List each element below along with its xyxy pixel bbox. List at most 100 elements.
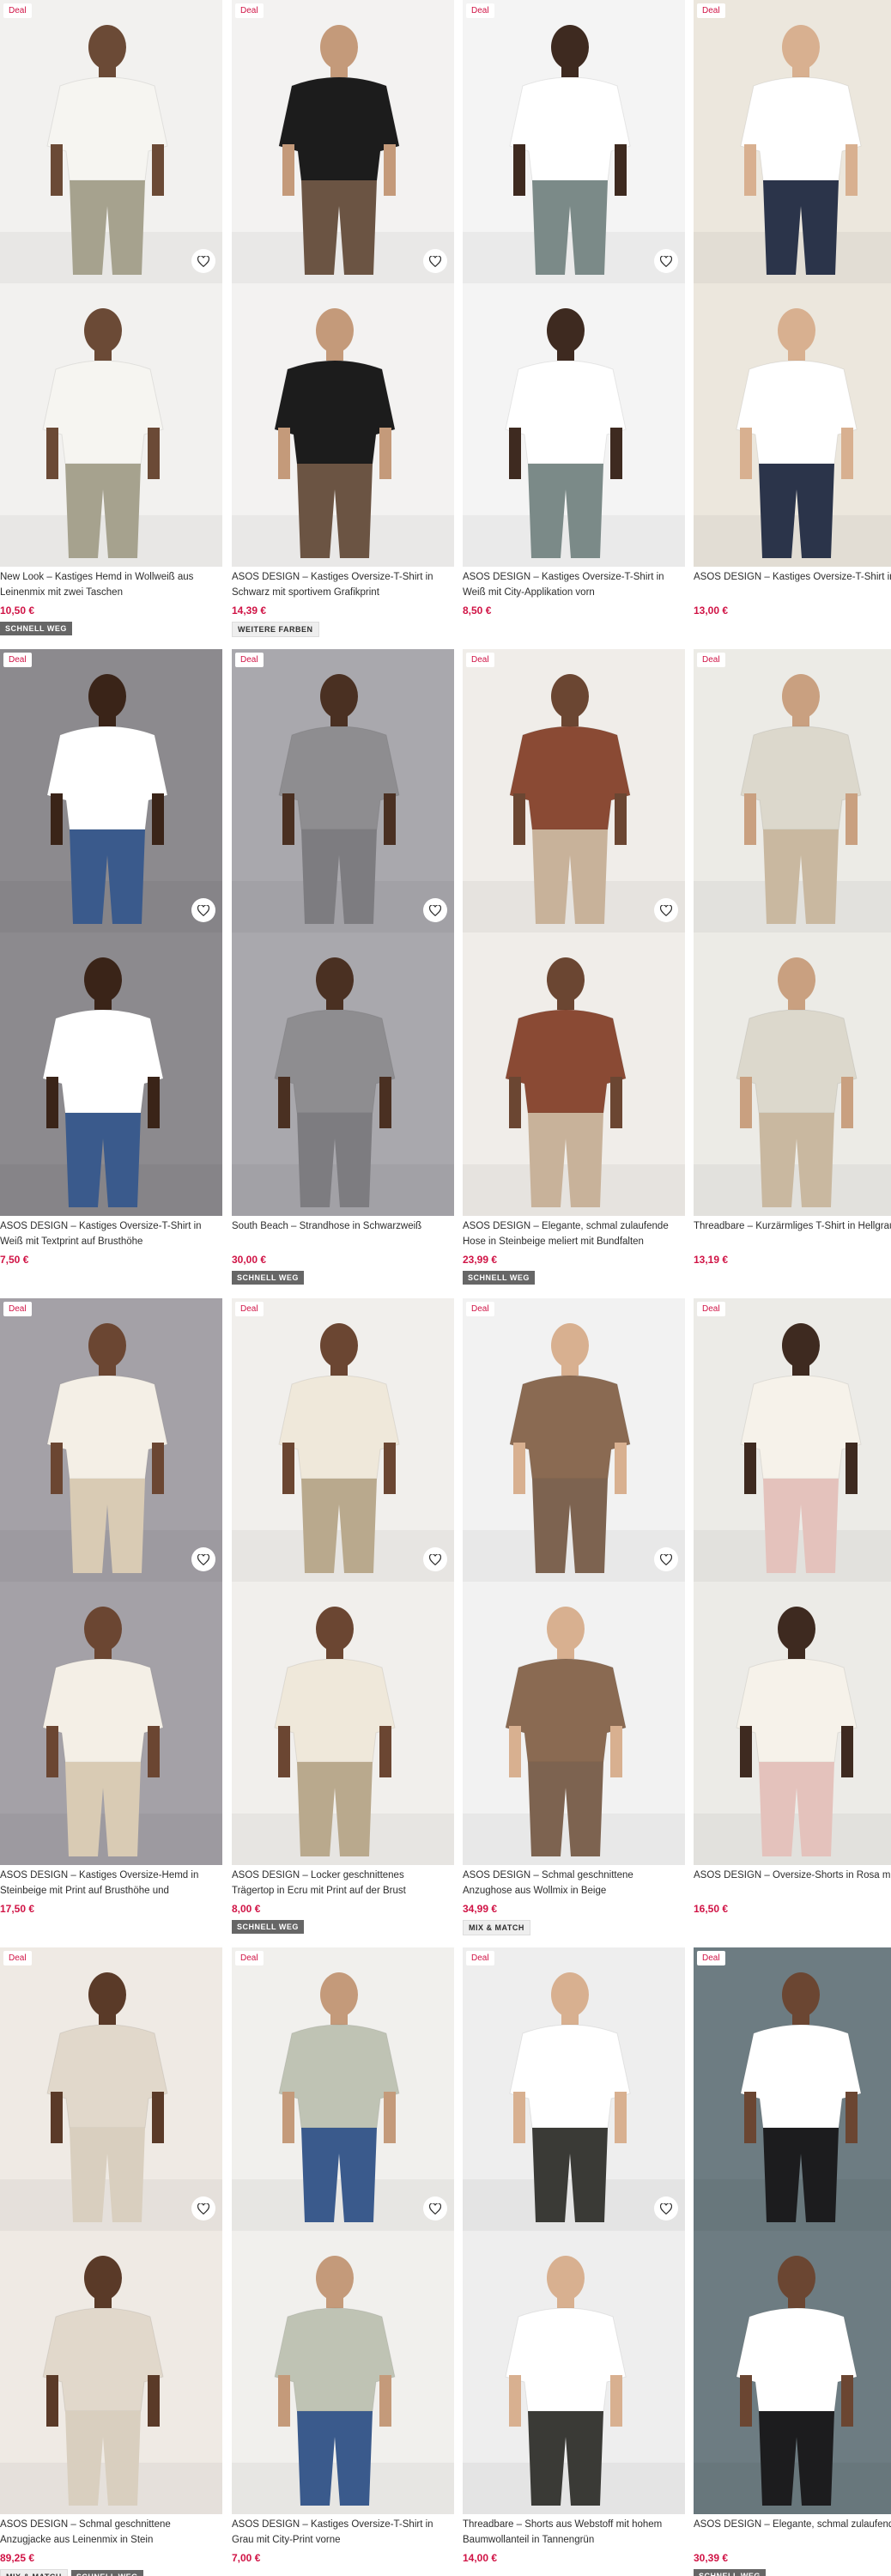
product-photo (232, 649, 454, 933)
deal-badge: Deal (235, 1951, 264, 1965)
product-info: Threadbare – Shorts aus Webstoff mit hoh… (463, 2517, 685, 2564)
product-title[interactable]: ASOS DESIGN – Locker geschnittenes Träge… (232, 1868, 449, 1899)
save-for-later-button[interactable] (423, 2196, 447, 2221)
product-image[interactable]: Deal (232, 1947, 454, 2231)
product-image-alt[interactable] (463, 933, 685, 1216)
product-info: ASOS DESIGN – Schmal geschnittene Anzugj… (0, 2517, 222, 2576)
heart-icon (429, 2202, 441, 2215)
product-image[interactable]: Deal (694, 649, 891, 933)
deal-badge: Deal (466, 1302, 494, 1316)
product-image[interactable]: Deal (0, 649, 222, 933)
product-card[interactable]: Deal ASOS DESIGN – Kastiges Oversize-T-S… (463, 0, 685, 629)
product-title[interactable]: ASOS DESIGN – Schmal geschnittene Anzugj… (0, 2517, 217, 2548)
product-card[interactable]: Deal ASOS DESIGN – Kastiges Oversize-T-S… (232, 1947, 454, 2576)
product-image-alt[interactable] (463, 2231, 685, 2514)
product-image-alt[interactable] (0, 2231, 222, 2514)
save-for-later-button[interactable] (423, 1547, 447, 1571)
product-price: 17,50 € (0, 1903, 35, 1915)
product-title[interactable]: ASOS DESIGN – Kastiges Oversize-T-Shirt … (232, 2517, 449, 2548)
product-card[interactable]: Deal South Beach – Strandhose in Schwarz… (232, 649, 454, 1285)
product-image-alt[interactable] (694, 1582, 891, 1865)
product-card[interactable]: Deal ASOS DESIGN – Elegante, schmal zula… (463, 649, 685, 1285)
heart-icon (429, 1553, 441, 1565)
save-for-later-button[interactable] (191, 249, 215, 273)
save-for-later-button[interactable] (654, 249, 678, 273)
product-info: ASOS DESIGN – Elegante, schmal zulaufend… (694, 2517, 891, 2576)
product-title[interactable]: ASOS DESIGN – Schmal geschnittene Anzugh… (463, 1868, 680, 1899)
product-card[interactable]: Deal ASOS DESIGN – Schmal geschnittene A… (0, 1947, 222, 2576)
product-image[interactable]: Deal (694, 1947, 891, 2231)
product-title[interactable]: ASOS DESIGN – Kastiges Oversize-T-Shirt … (694, 569, 891, 600)
product-image-alt[interactable] (694, 283, 891, 567)
product-card[interactable]: Deal New Look – Kastiges Hemd in Wollwei… (0, 0, 222, 635)
product-card[interactable]: Deal ASOS DESIGN – Kastiges Oversize-Hem… (0, 1298, 222, 1927)
product-image-alt[interactable] (232, 933, 454, 1216)
product-card[interactable]: Deal Threadbare – Kurzärmliges T-Shirt i… (694, 649, 891, 1278)
product-card[interactable]: Deal ASOS DESIGN – Kastiges Oversize-T-S… (232, 0, 454, 637)
product-image-alt[interactable] (463, 283, 685, 567)
product-image-alt[interactable] (694, 933, 891, 1216)
product-image[interactable]: Deal (0, 0, 222, 283)
product-image-alt[interactable] (232, 2231, 454, 2514)
save-for-later-button[interactable] (654, 1547, 678, 1571)
product-card[interactable]: Deal ASOS DESIGN – Elegante, schmal zula… (694, 1947, 891, 2576)
save-for-later-button[interactable] (654, 2196, 678, 2221)
save-for-later-button[interactable] (191, 1547, 215, 1571)
save-for-later-button[interactable] (423, 898, 447, 922)
product-title[interactable]: South Beach – Strandhose in Schwarzweiß (232, 1218, 449, 1249)
product-image[interactable]: Deal (694, 0, 891, 283)
product-image-alt[interactable] (232, 283, 454, 567)
product-image[interactable]: Deal (463, 649, 685, 933)
product-image[interactable]: Deal (232, 1298, 454, 1582)
product-card[interactable]: Deal ASOS DESIGN – Locker geschnittenes … (232, 1298, 454, 1934)
product-title[interactable]: Threadbare – Kurzärmliges T-Shirt in Hel… (694, 1218, 891, 1249)
product-photo (694, 283, 891, 567)
product-title[interactable]: ASOS DESIGN – Oversize-Shorts in Rosa mi… (694, 1868, 891, 1899)
product-info: ASOS DESIGN – Kastiges Oversize-T-Shirt … (0, 1218, 222, 1266)
product-title[interactable]: ASOS DESIGN – Kastiges Oversize-T-Shirt … (463, 569, 680, 600)
product-title[interactable]: ASOS DESIGN – Kastiges Oversize-T-Shirt … (232, 569, 449, 600)
product-image[interactable]: Deal (463, 0, 685, 283)
save-for-later-button[interactable] (654, 898, 678, 922)
product-price: 8,50 € (463, 605, 492, 617)
product-image-alt[interactable] (0, 283, 222, 567)
product-title[interactable]: ASOS DESIGN – Elegante, schmal zulaufend… (463, 1218, 680, 1249)
save-for-later-button[interactable] (191, 898, 215, 922)
product-image-alt[interactable] (463, 1582, 685, 1865)
product-title[interactable]: ASOS DESIGN – Kastiges Oversize-T-Shirt … (0, 1218, 217, 1249)
product-photo (232, 283, 454, 567)
product-info: ASOS DESIGN – Kastiges Oversize-Hemd in … (0, 1868, 222, 1915)
product-image[interactable]: Deal (0, 1298, 222, 1582)
product-image[interactable]: Deal (463, 1947, 685, 2231)
product-image-alt[interactable] (0, 1582, 222, 1865)
product-image-alt[interactable] (232, 1582, 454, 1865)
product-image[interactable]: Deal (232, 0, 454, 283)
save-for-later-button[interactable] (423, 249, 447, 273)
heart-icon (660, 1553, 672, 1565)
save-for-later-button[interactable] (191, 2196, 215, 2221)
product-image-alt[interactable] (694, 2231, 891, 2514)
product-title[interactable]: ASOS DESIGN – Kastiges Oversize-Hemd in … (0, 1868, 217, 1899)
product-title[interactable]: ASOS DESIGN – Elegante, schmal zulaufend… (694, 2517, 891, 2548)
product-tag: SCHNELL WEG (232, 1920, 304, 1934)
product-card[interactable]: Deal ASOS DESIGN – Kastiges Oversize-T-S… (694, 0, 891, 629)
product-image[interactable]: Deal (232, 649, 454, 933)
product-photo (0, 283, 222, 567)
deal-badge: Deal (697, 3, 725, 18)
product-image[interactable]: Deal (463, 1298, 685, 1582)
product-info: ASOS DESIGN – Oversize-Shorts in Rosa mi… (694, 1868, 891, 1915)
product-title[interactable]: New Look – Kastiges Hemd in Wollweiß aus… (0, 569, 217, 600)
product-card[interactable]: Deal ASOS DESIGN – Schmal geschnittene A… (463, 1298, 685, 1935)
product-card[interactable]: Deal Threadbare – Shorts aus Webstoff mi… (463, 1947, 685, 2576)
product-title[interactable]: Threadbare – Shorts aus Webstoff mit hoh… (463, 2517, 680, 2548)
product-card[interactable]: Deal ASOS DESIGN – Oversize-Shorts in Ro… (694, 1298, 891, 1927)
product-card[interactable]: Deal ASOS DESIGN – Kastiges Oversize-T-S… (0, 649, 222, 1278)
product-photo (232, 2231, 454, 2514)
deal-badge: Deal (466, 3, 494, 18)
product-photo (694, 933, 891, 1216)
product-image[interactable]: Deal (694, 1298, 891, 1582)
product-image[interactable]: Deal (0, 1947, 222, 2231)
product-image-alt[interactable] (0, 933, 222, 1216)
product-photo (232, 1947, 454, 2231)
product-photo (0, 1582, 222, 1865)
